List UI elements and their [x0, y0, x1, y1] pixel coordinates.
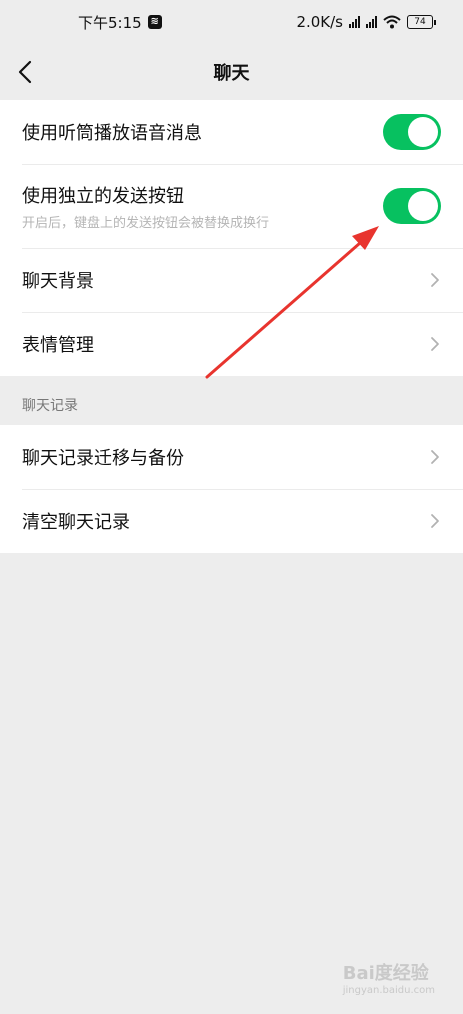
- battery-icon: 74: [407, 15, 436, 29]
- wifi-icon: [383, 15, 401, 29]
- clear-history-label: 清空聊天记录: [22, 512, 130, 533]
- earpiece-labels: 使用听筒播放语音消息: [22, 119, 383, 145]
- earpiece-row[interactable]: 使用听筒播放语音消息: [0, 100, 463, 164]
- watermark-url: jingyan.baidu.com: [342, 985, 435, 996]
- status-right: 2.0K/s 74: [296, 13, 436, 31]
- sticker-management-row[interactable]: 表情管理: [0, 312, 463, 376]
- watermark-brand: Bai度经验: [342, 963, 429, 984]
- chat-background-row[interactable]: 聊天背景: [0, 248, 463, 312]
- history-migrate-label: 聊天记录迁移与备份: [22, 448, 184, 469]
- chat-history-group: 聊天记录迁移与备份 清空聊天记录: [0, 425, 463, 553]
- earpiece-label: 使用听筒播放语音消息: [22, 123, 202, 144]
- status-left: 下午5:15 ≋: [78, 12, 162, 33]
- earpiece-toggle[interactable]: [383, 114, 441, 150]
- toggle-knob: [408, 191, 438, 221]
- chevron-right-icon: [431, 273, 439, 287]
- send-button-label: 使用独立的发送按钮: [22, 185, 184, 207]
- status-bar: 下午5:15 ≋ 2.0K/s 74: [0, 0, 463, 44]
- network-speed: 2.0K/s: [296, 13, 343, 31]
- nav-bar: 聊天: [0, 44, 463, 100]
- send-button-description: 开启后，键盘上的发送按钮会被替换成换行: [22, 215, 270, 231]
- history-migrate-row[interactable]: 聊天记录迁移与备份: [0, 425, 463, 489]
- chevron-right-icon: [431, 514, 439, 528]
- toggle-knob: [408, 117, 438, 147]
- battery-level: 74: [414, 17, 426, 27]
- chat-background-label: 聊天背景: [22, 271, 94, 292]
- migrate-labels: 聊天记录迁移与备份: [22, 444, 429, 470]
- chevron-right-icon: [431, 337, 439, 351]
- clear-labels: 清空聊天记录: [22, 508, 429, 534]
- sticker-labels: 表情管理: [22, 331, 429, 357]
- send-button-row[interactable]: 使用独立的发送按钮 开启后，键盘上的发送按钮会被替换成换行: [0, 164, 463, 248]
- send-button-labels: 使用独立的发送按钮 开启后，键盘上的发送按钮会被替换成换行: [22, 182, 383, 231]
- page-title: 聊天: [213, 63, 250, 84]
- clear-history-row[interactable]: 清空聊天记录: [0, 489, 463, 553]
- chat-history-section-header: 聊天记录: [22, 398, 78, 414]
- signal-1-icon: [349, 16, 360, 28]
- baidu-watermark: Bai度经验 jingyan.baidu.com: [343, 959, 435, 996]
- status-time: 下午5:15: [78, 13, 142, 32]
- sticker-management-label: 表情管理: [22, 335, 94, 356]
- chat-settings-group: 使用听筒播放语音消息 使用独立的发送按钮 开启后，键盘上的发送按钮会被替换成换行…: [0, 100, 463, 376]
- chat-background-labels: 聊天背景: [22, 267, 429, 293]
- send-button-toggle[interactable]: [383, 188, 441, 224]
- signal-2-icon: [366, 16, 377, 28]
- chevron-right-icon: [431, 450, 439, 464]
- notification-icon: ≋: [147, 15, 162, 29]
- back-icon[interactable]: [14, 58, 38, 86]
